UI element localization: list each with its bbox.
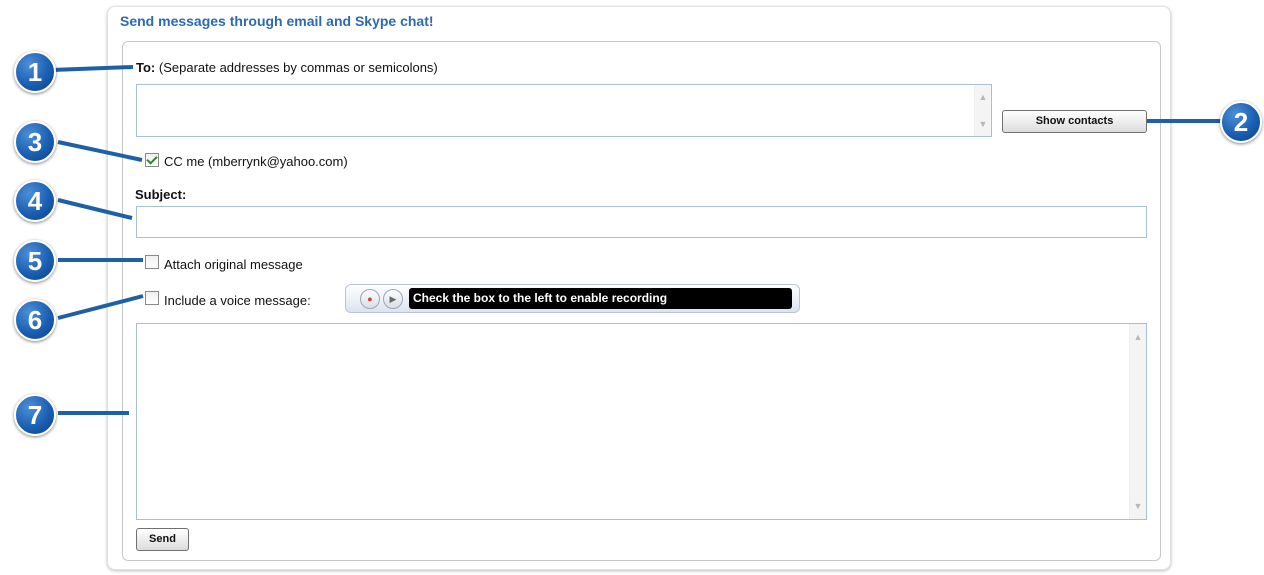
voice-recorder: ● ▶ Check the box to the left to enable …	[345, 284, 800, 313]
subject-label: Subject:	[135, 187, 187, 202]
to-label-bold: To:	[136, 60, 156, 75]
send-button[interactable]: Send	[136, 528, 189, 551]
callout-3: 3	[14, 121, 56, 163]
message-body[interactable]: ▲ ▼	[136, 323, 1147, 520]
scroll-up-icon[interactable]: ▲	[976, 90, 990, 104]
scroll-up-icon[interactable]: ▲	[1131, 330, 1145, 344]
subject-input[interactable]	[136, 206, 1147, 238]
voice-message-checkbox[interactable]	[145, 291, 159, 305]
callout-2: 2	[1220, 101, 1262, 143]
cc-me-checkbox[interactable]	[145, 153, 159, 167]
callout-1: 1	[14, 51, 56, 93]
callout-6: 6	[14, 299, 56, 341]
callout-5: 5	[14, 240, 56, 282]
attach-original-label: Attach original message	[164, 257, 303, 272]
to-label-hint: (Separate addresses by commas or semicol…	[158, 60, 438, 75]
scroll-down-icon[interactable]: ▼	[1131, 499, 1145, 513]
scroll-down-icon[interactable]: ▼	[976, 117, 990, 131]
attach-original-checkbox[interactable]	[145, 255, 159, 269]
to-label: To: (Separate addresses by commas or sem…	[136, 60, 438, 75]
to-field[interactable]: ▲ ▼	[136, 84, 992, 137]
page-title: Send messages through email and Skype ch…	[120, 13, 434, 29]
callout-7: 7	[14, 394, 56, 436]
play-icon[interactable]: ▶	[383, 289, 403, 309]
voice-message-label: Include a voice message:	[164, 293, 311, 308]
show-contacts-button[interactable]: Show contacts	[1002, 110, 1147, 133]
callout-4: 4	[14, 180, 56, 222]
to-field-scrollbar[interactable]: ▲ ▼	[974, 85, 991, 136]
recorder-status: Check the box to the left to enable reco…	[409, 288, 792, 309]
cc-me-label: CC me (mberrynk@yahoo.com)	[164, 154, 348, 169]
record-icon[interactable]: ●	[360, 289, 380, 309]
message-body-scrollbar[interactable]: ▲ ▼	[1129, 324, 1146, 519]
